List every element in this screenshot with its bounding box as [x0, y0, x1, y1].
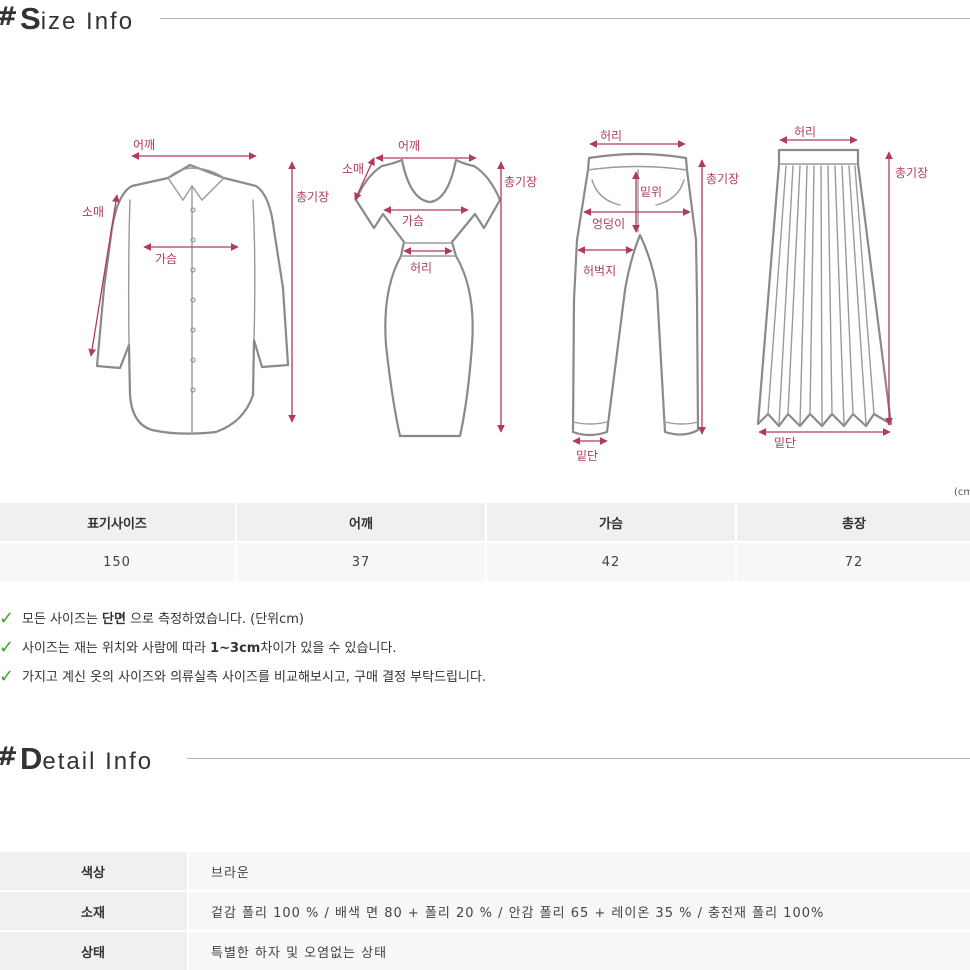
note-text-end: 차이가 있을 수 있습니다.: [260, 641, 397, 656]
detail-label-material: 소재: [0, 890, 188, 931]
skirt-waist-label: 허리: [794, 125, 816, 139]
hash-mark: #: [0, 2, 18, 32]
list-item: ✓ 사이즈는 재는 위치와 사람에 따라 1~3cm차이가 있을 수 있습니다.: [0, 637, 486, 668]
cell-length: 72: [735, 541, 970, 581]
section-title: Size Info: [20, 1, 134, 37]
dress-diagram: 어깨 소매 가슴 허리 총기장: [342, 139, 537, 438]
title-rest: etail Info: [42, 748, 154, 775]
shirt-sleeve-label: 소매: [82, 205, 104, 219]
check-icon: ✓: [0, 608, 15, 629]
table-row: 소재 겉감 폴리 100 % / 배색 면 80 + 폴리 20 % / 안감 …: [0, 890, 970, 931]
shirt-collar: [167, 167, 225, 202]
heading-rule: [187, 758, 970, 759]
header-size: 표기사이즈: [0, 503, 236, 542]
title-initial: D: [20, 741, 43, 776]
note-text-end: 으로 측정하였습니다. (단위cm): [125, 612, 304, 627]
cell-shoulder: 37: [235, 541, 486, 581]
dress-length-label: 총기장: [504, 175, 537, 189]
note-text: 가지고 계신 옷의 사이즈와 의류실측 사이즈를 비교해보시고, 구매 결정 부…: [22, 670, 487, 685]
header-shoulder: 어깨: [235, 503, 486, 542]
detail-value-material: 겉감 폴리 100 % / 배색 면 80 + 폴리 20 % / 안감 폴리 …: [187, 890, 970, 931]
pants-waist-label: 허리: [600, 129, 622, 143]
skirt-pleats: [767, 165, 875, 425]
pants-hems: [572, 421, 699, 425]
note-text: 사이즈는 재는 위치와 사람에 따라: [22, 641, 211, 656]
shirt-length-label: 총기장: [296, 190, 329, 204]
pants-diagram: 허리 밑위 엉덩이 허벅지 밑단 총기장: [571, 129, 739, 463]
shirt-chest-label: 가슴: [155, 252, 177, 266]
section-title: Detail Info: [20, 741, 153, 777]
header-length: 총장: [735, 503, 970, 542]
skirt-hem-label: 밑단: [774, 436, 796, 450]
header-chest: 가슴: [485, 503, 736, 542]
skirt-length-label: 총기장: [895, 166, 928, 180]
pants-rise-label: 밑위: [640, 185, 662, 199]
pants-hip-label: 엉덩이: [592, 217, 625, 231]
shirt-shoulder-label: 어깨: [133, 138, 155, 152]
skirt-diagram: 허리 밑단 총기장: [756, 125, 928, 450]
size-table-header: 표기사이즈 어깨 가슴 총장: [0, 503, 970, 542]
list-item: ✓ 모든 사이즈는 단면 으로 측정하였습니다. (단위cm): [0, 608, 486, 639]
heading-rule: [160, 18, 970, 19]
dress-shoulder-label: 어깨: [398, 139, 420, 153]
measurement-diagrams: 어깨 소매 가슴 총기장 어깨 소매 가슴 허리 총기장 허리 밑위 엉덩이 허…: [82, 125, 928, 463]
detail-value-color: 브라운: [187, 850, 970, 891]
detail-value-condition: 특별한 하자 및 오염없는 상태: [187, 930, 970, 970]
dress-outline: [354, 158, 502, 438]
pants-hem-label: 밑단: [576, 449, 598, 463]
table-row: 150 37 42 72: [0, 541, 970, 581]
dress-chest-label: 가슴: [402, 214, 424, 228]
list-item: ✓ 가지고 계신 옷의 사이즈와 의류실측 사이즈를 비교해보시고, 구매 결정 …: [0, 666, 487, 697]
hash-mark: #: [0, 742, 18, 772]
cell-chest: 42: [485, 541, 736, 581]
pants-thigh-label: 허벅지: [583, 264, 616, 278]
pants-length-label: 총기장: [706, 172, 739, 186]
detail-label-color: 색상: [0, 850, 188, 891]
note-bold: 단면: [102, 612, 126, 627]
dress-waist-label: 허리: [410, 261, 432, 275]
size-info-heading: # Size Info: [0, 0, 970, 40]
unit-note: (cm: [954, 487, 970, 498]
pants-waistband: [587, 165, 688, 171]
check-icon: ✓: [0, 637, 15, 658]
dress-sleeve-label: 소매: [342, 162, 364, 176]
size-notes: ✓ 모든 사이즈는 단면 으로 측정하였습니다. (단위cm) ✓ 사이즈는 재는 …: [0, 608, 487, 697]
table-row: 색상 브라운: [0, 850, 970, 891]
detail-info-heading: # Detail Info: [0, 740, 970, 780]
detail-label-condition: 상태: [0, 930, 188, 970]
note-text: 모든 사이즈는: [22, 612, 103, 627]
shirt-diagram: 어깨 소매 가슴 총기장: [82, 138, 329, 435]
shirt-sleeve-arrow: [88, 194, 120, 357]
cell-size: 150: [0, 541, 236, 581]
title-rest: ize Info: [40, 8, 135, 35]
table-row: 상태 특별한 하자 및 오염없는 상태: [0, 930, 970, 970]
note-bold: 1~3cm: [210, 641, 261, 656]
check-icon: ✓: [0, 666, 15, 687]
title-initial: S: [20, 1, 41, 36]
detail-table: 색상 브라운 소재 겉감 폴리 100 % / 배색 면 80 + 폴리 20 …: [0, 850, 970, 970]
size-table: 표기사이즈 어깨 가슴 총장 150 37 42 72: [0, 503, 970, 581]
